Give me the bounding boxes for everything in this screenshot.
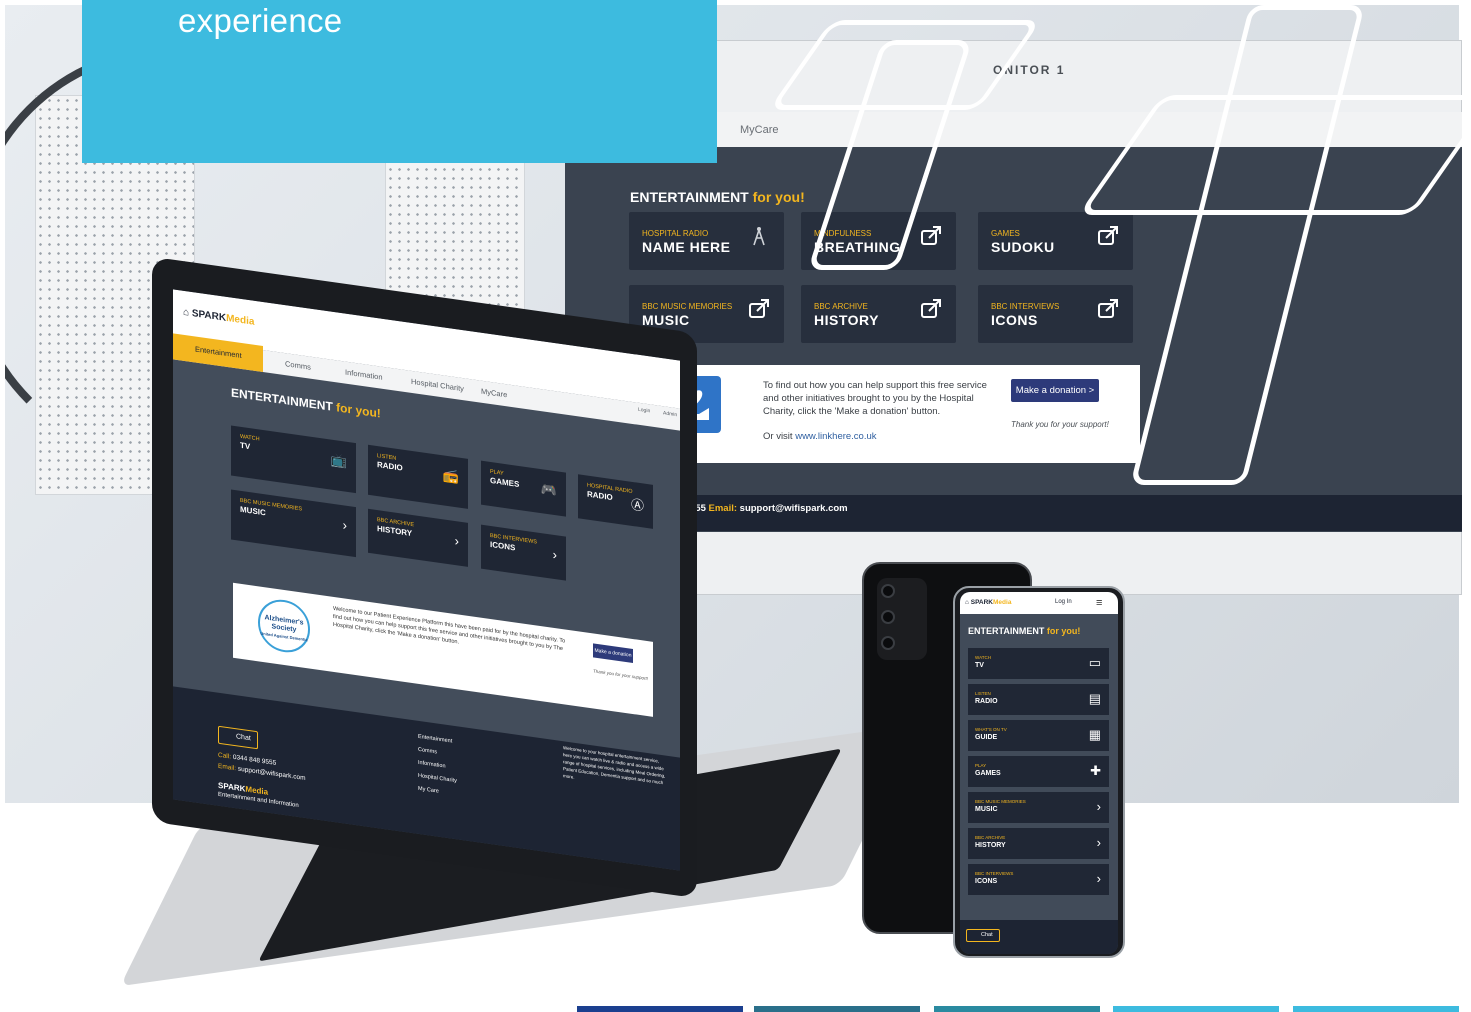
tile-category: BBC MUSIC MEMORIES [642, 302, 733, 311]
chevron-right-icon: › [552, 546, 557, 563]
chevron-right-icon: › [1096, 799, 1101, 814]
laptop-heading: ENTERTAINMENT for you! [231, 385, 381, 421]
antenna-icon: Ⓐ [630, 496, 644, 514]
color-strip [1293, 1006, 1459, 1012]
login-link[interactable]: Log In [1055, 599, 1072, 605]
external-link-icon [749, 299, 769, 318]
donate-button[interactable]: Make a donation > [1011, 379, 1099, 402]
chevron-right-icon: › [342, 517, 347, 533]
thanks-text: Thank you for your support! [1011, 420, 1109, 429]
tile-category: BBC INTERVIEWS [991, 302, 1060, 311]
title-box: experience [82, 0, 717, 163]
menu-icon[interactable]: ≡ [1096, 597, 1102, 609]
monitor-tile[interactable]: HOSPITAL RADIO NAME HERE [629, 212, 784, 270]
radio-icon: ▤ [1088, 691, 1101, 706]
tile-name: ICONS [991, 312, 1038, 328]
tab-mycare[interactable]: MyCare [740, 124, 779, 136]
tile-category: WHAT'S ON TV [975, 727, 1007, 732]
tile-category: HOSPITAL RADIO [642, 229, 709, 238]
tile-category: BBC INTERVIEWS [975, 871, 1014, 876]
external-link-icon [1098, 226, 1118, 245]
title-text: experience [178, 2, 343, 39]
tile-name: GUIDE [975, 734, 998, 741]
chat-button[interactable]: Chat [966, 929, 1000, 942]
tv-icon: 📺 [330, 451, 347, 469]
tile-name: GAMES [975, 770, 1001, 777]
monitor-heading: ENTERTAINMENT for you! [630, 189, 805, 205]
monitor-tile[interactable]: BBC INTERVIEWS ICONS [978, 285, 1133, 343]
tile-name: MUSIC [975, 806, 998, 813]
camera-lens [881, 636, 895, 650]
tile-name: RADIO [975, 698, 998, 705]
phone-tile-games[interactable]: PLAY GAMES ✚ [968, 756, 1109, 787]
tile-category: LISTEN [975, 691, 991, 696]
spark-logo: ⌂ SPARKMedia [965, 599, 1012, 606]
visit-text: Or visit www.linkhere.co.uk [763, 431, 877, 442]
guide-icon: ▦ [1088, 727, 1101, 742]
tile-name: SUDOKU [991, 239, 1055, 255]
visit-link[interactable]: www.linkhere.co.uk [795, 431, 876, 442]
tile-category: BBC ARCHIVE [814, 302, 868, 311]
tile-category: BBC ARCHIVE [975, 835, 1006, 840]
footer-contact: 555 Email: support@wifispark.com [690, 503, 848, 514]
phone-heading: ENTERTAINMENT for you! [968, 626, 1081, 636]
marketing-scene: ONITOR 1 MyCare ENTERTAINMENT for you! H… [0, 0, 1471, 1012]
phone-tile-guide[interactable]: WHAT'S ON TV GUIDE ▦ [968, 720, 1109, 751]
radio-icon: 📻 [442, 467, 459, 485]
tile-category: PLAY [975, 763, 987, 768]
color-strip [754, 1006, 920, 1012]
tile-category: WATCH [975, 655, 991, 660]
color-strip [934, 1006, 1100, 1012]
tile-name: TV [240, 440, 251, 452]
phone-tile-music[interactable]: BBC MUSIC MEMORIES MUSIC › [968, 792, 1109, 823]
color-strip [1113, 1006, 1279, 1012]
laptop-tile-music[interactable]: BBC MUSIC MEMORIES MUSIC › [231, 489, 356, 558]
tile-name: HISTORY [975, 842, 1006, 849]
camera-lens [881, 584, 895, 598]
tile-category: BBC MUSIC MEMORIES [975, 799, 1026, 804]
laptop-tile-hospital-radio[interactable]: HOSPITAL RADIO RADIO Ⓐ [578, 474, 653, 529]
gamepad-icon: ✚ [1090, 763, 1101, 778]
phone-tile-history[interactable]: BBC ARCHIVE HISTORY › [968, 828, 1109, 859]
tile-name: RADIO [377, 460, 403, 473]
tile-name: ICONS [975, 878, 998, 885]
phone-tile-tv[interactable]: WATCH TV ▭ [968, 648, 1109, 679]
chevron-right-icon: › [1096, 835, 1101, 850]
laptop-tile-tv[interactable]: WATCH TV 📺 [231, 425, 356, 494]
external-link-icon [1098, 299, 1118, 318]
external-link-icon [921, 299, 941, 318]
laptop-tile-history[interactable]: BBC ARCHIVE HISTORY › [368, 508, 468, 567]
color-strip [577, 1006, 743, 1012]
external-link-icon [921, 226, 941, 245]
tile-name: GAMES [490, 475, 520, 490]
tile-name: NAME HERE [642, 239, 731, 255]
tile-name: TV [975, 662, 984, 669]
monitor-tile[interactable]: GAMES SUDOKU [978, 212, 1133, 270]
gamepad-icon: 🎮 [540, 481, 557, 499]
chevron-right-icon: › [1096, 871, 1101, 886]
chevron-right-icon: › [454, 532, 459, 549]
tile-name: HISTORY [814, 312, 879, 328]
banner-text: To find out how you can help support thi… [763, 380, 987, 417]
laptop-tile-games[interactable]: PLAY GAMES 🎮 [481, 460, 566, 517]
laptop-screen: ⌂ SPARKMedia Entertainment Comms Informa… [173, 289, 680, 871]
laptop-tile-radio[interactable]: LISTEN RADIO 📻 [368, 444, 468, 509]
tv-icon: ▭ [1088, 655, 1101, 670]
antenna-icon [753, 227, 765, 246]
laptop-tile-icons[interactable]: BBC INTERVIEWS ICONS › [481, 524, 566, 581]
monitor-tile[interactable]: BBC ARCHIVE HISTORY [801, 285, 956, 343]
camera-lens [881, 610, 895, 624]
phone-tile-icons[interactable]: BBC INTERVIEWS ICONS › [968, 864, 1109, 895]
tile-category: GAMES [991, 229, 1020, 238]
phone-screen: ⌂ SPARKMedia Log In ≡ ENTERTAINMENT for … [960, 592, 1118, 954]
phone-tile-radio[interactable]: LISTEN RADIO ▤ [968, 684, 1109, 715]
camera-module [877, 578, 927, 660]
